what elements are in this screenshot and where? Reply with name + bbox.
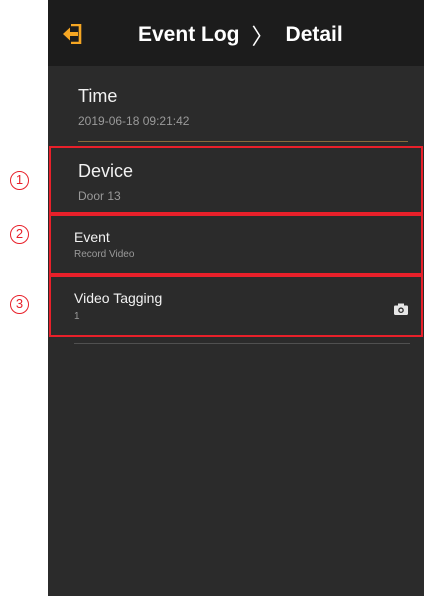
event-highlight-box (49, 214, 423, 275)
callout-number-2: 2 (10, 225, 29, 244)
header-title: Event Log (138, 23, 240, 46)
back-icon[interactable] (62, 24, 84, 44)
time-divider (78, 141, 408, 142)
time-value: 2019-06-18 09:21:42 (78, 114, 190, 128)
header-title-row: Event Log 〉 Detail (138, 20, 343, 50)
breadcrumb-separator: 〉 (251, 24, 274, 49)
header-bar: Event Log 〉 Detail (48, 0, 424, 66)
callout-number-1: 1 (10, 171, 29, 190)
video-tagging-divider (74, 343, 410, 344)
callout-number-3: 3 (10, 295, 29, 314)
header-subtitle: Detail (285, 23, 343, 46)
device-highlight-box (49, 146, 423, 214)
time-label: Time (78, 86, 118, 106)
video-tagging-highlight-box (49, 275, 423, 337)
